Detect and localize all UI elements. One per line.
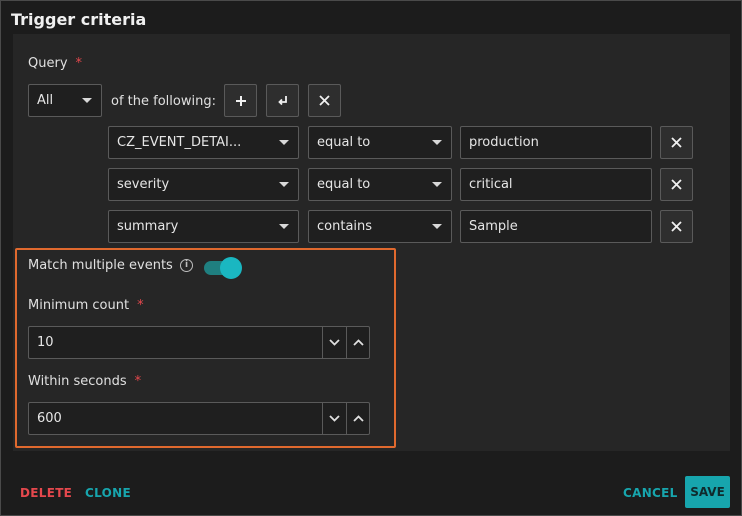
caret-down-icon xyxy=(279,140,289,145)
condition-operator-select[interactable]: contains xyxy=(308,210,452,243)
condition-field-value: CZ_EVENT_DETAI... xyxy=(117,135,242,150)
condition-operator-select[interactable]: equal to xyxy=(308,126,452,159)
remove-all-button[interactable] xyxy=(308,84,341,117)
chevron-down-icon xyxy=(329,339,340,346)
condition-value-text: Sample xyxy=(469,219,518,234)
condition-field-value: severity xyxy=(117,177,170,192)
within-seconds-value: 600 xyxy=(37,411,62,426)
add-group-button[interactable] xyxy=(266,84,299,117)
save-button[interactable]: SAVE xyxy=(685,476,730,508)
x-icon xyxy=(319,95,330,106)
condition-field-select[interactable]: summary xyxy=(108,210,299,243)
increment-button[interactable] xyxy=(346,326,370,359)
chevron-up-icon xyxy=(353,339,364,346)
minimum-count-value: 10 xyxy=(37,335,54,350)
decrement-button[interactable] xyxy=(322,326,346,359)
match-mode-value: All xyxy=(37,93,54,108)
x-icon xyxy=(671,137,682,148)
caret-down-icon xyxy=(432,140,442,145)
within-seconds-label: Within seconds * xyxy=(28,374,141,389)
cancel-button[interactable]: CANCEL xyxy=(623,486,678,500)
caret-down-icon xyxy=(432,182,442,187)
clone-button[interactable]: CLONE xyxy=(85,486,131,500)
match-multiple-label: Match multiple events xyxy=(28,258,173,273)
condition-operator-value: equal to xyxy=(317,135,371,150)
match-multiple-toggle[interactable] xyxy=(204,257,242,279)
condition-field-select[interactable]: CZ_EVENT_DETAI... xyxy=(108,126,299,159)
required-mark: * xyxy=(137,298,144,313)
match-mode-select[interactable]: All xyxy=(28,84,102,117)
add-condition-button[interactable] xyxy=(224,84,257,117)
condition-operator-value: equal to xyxy=(317,177,371,192)
toggle-knob xyxy=(220,257,242,279)
query-label-text: Query xyxy=(28,56,68,71)
caret-down-icon xyxy=(82,98,92,103)
minimum-count-label-text: Minimum count xyxy=(28,298,130,313)
query-label: Query * xyxy=(28,56,82,71)
increment-button[interactable] xyxy=(346,402,370,435)
condition-field-value: summary xyxy=(117,219,179,234)
within-seconds-stepper: 600 xyxy=(28,402,370,435)
remove-condition-button[interactable] xyxy=(660,126,693,159)
trigger-criteria-dialog: Trigger criteria Query * All of the follo… xyxy=(0,0,742,516)
enter-arrow-icon xyxy=(277,95,287,105)
condition-value-text: production xyxy=(469,135,539,150)
of-the-following-label: of the following: xyxy=(111,94,216,109)
remove-condition-button[interactable] xyxy=(660,210,693,243)
chevron-up-icon xyxy=(353,415,364,422)
required-mark: * xyxy=(134,374,142,389)
condition-value-input[interactable]: production xyxy=(460,126,652,159)
condition-operator-value: contains xyxy=(317,219,373,234)
required-mark: * xyxy=(75,56,83,71)
condition-value-input[interactable]: Sample xyxy=(460,210,652,243)
plus-icon xyxy=(235,95,246,106)
minimum-count-stepper: 10 xyxy=(28,326,370,359)
x-icon xyxy=(671,179,682,190)
minimum-count-label: Minimum count * xyxy=(28,298,144,313)
chevron-down-icon xyxy=(329,415,340,422)
x-icon xyxy=(671,221,682,232)
within-seconds-input[interactable]: 600 xyxy=(28,402,370,435)
remove-condition-button[interactable] xyxy=(660,168,693,201)
caret-down-icon xyxy=(432,224,442,229)
page-title: Trigger criteria xyxy=(11,10,147,29)
caret-down-icon xyxy=(279,224,289,229)
condition-field-select[interactable]: severity xyxy=(108,168,299,201)
delete-button[interactable]: DELETE xyxy=(20,486,72,500)
minimum-count-input[interactable]: 10 xyxy=(28,326,370,359)
info-icon[interactable]: i xyxy=(180,259,193,272)
condition-value-text: critical xyxy=(469,177,513,192)
condition-operator-select[interactable]: equal to xyxy=(308,168,452,201)
within-seconds-label-text: Within seconds xyxy=(28,374,127,389)
caret-down-icon xyxy=(279,182,289,187)
decrement-button[interactable] xyxy=(322,402,346,435)
condition-value-input[interactable]: critical xyxy=(460,168,652,201)
